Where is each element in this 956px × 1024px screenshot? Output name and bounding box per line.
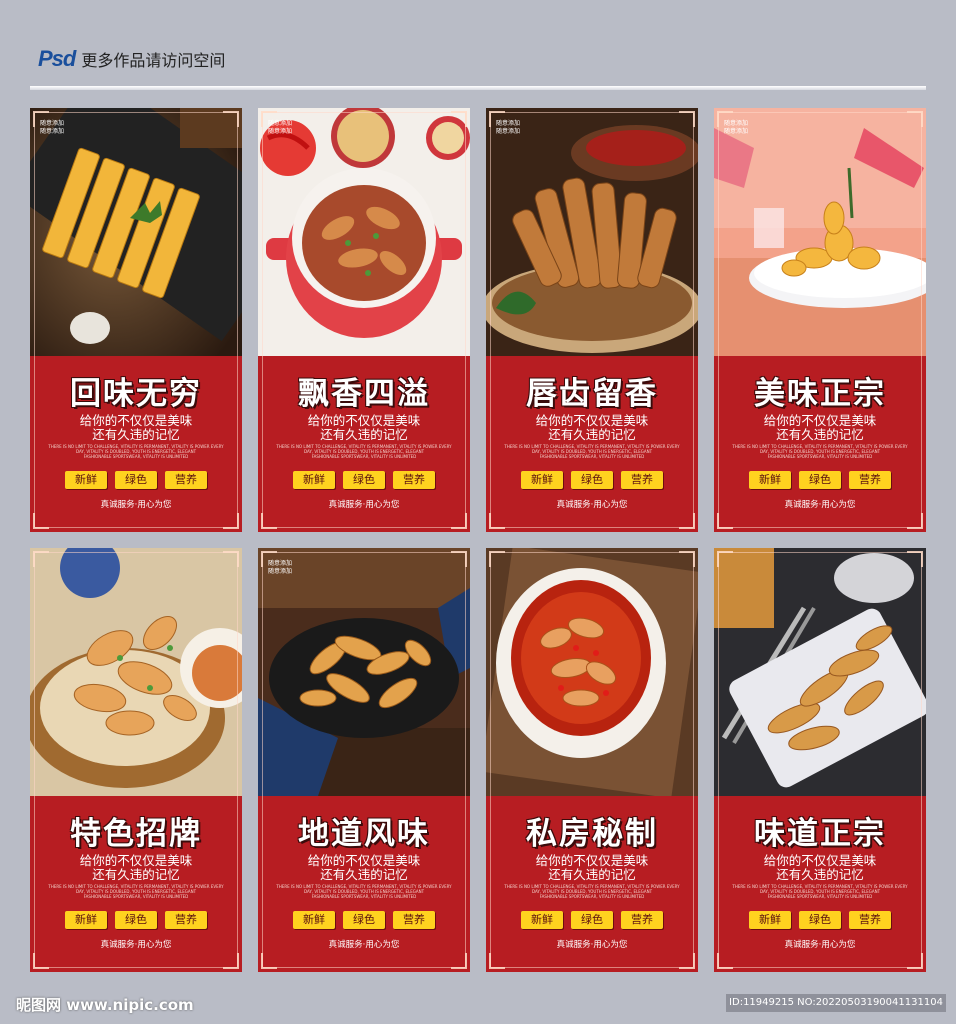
- food-photo: [486, 108, 698, 356]
- subtitle-line-2: 还有久违的记忆: [320, 867, 408, 882]
- english-text: THERE IS NO LIMIT TO CHALLENGE, VITALITY…: [504, 444, 680, 459]
- poster-title: 地道风味: [298, 816, 430, 852]
- top-header: Psd 更多作品请访问空间: [38, 44, 225, 74]
- psd-logo: Psd: [38, 46, 76, 71]
- poster-title: 飘香四溢: [298, 376, 430, 412]
- footer-slogan: 真诚服务·用心为您: [328, 940, 400, 950]
- pill-fresh: 新鲜: [749, 911, 791, 929]
- food-photo: [258, 548, 470, 796]
- subtitle-line-1: 给你的不仅仅是美味: [763, 413, 877, 428]
- subtitle-line-1: 给你的不仅仅是美味: [307, 413, 421, 428]
- pill-row: 新鲜 绿色 营养: [258, 471, 470, 489]
- pill-nutrition: 营养: [165, 911, 207, 929]
- poster-card: 随意添加 随意添加 回味无穷 给你的不仅仅是美味 还有久违的记忆 THERE IS…: [30, 108, 242, 532]
- english-text: THERE IS NO LIMIT TO CHALLENGE, VITALITY…: [48, 884, 224, 899]
- subtitle-line-1: 给你的不仅仅是美味: [535, 853, 649, 868]
- poster-card: 特色招牌 给你的不仅仅是美味 还有久违的记忆 THERE IS NO LIMIT…: [30, 548, 242, 972]
- english-text: THERE IS NO LIMIT TO CHALLENGE, VITALITY…: [276, 444, 452, 459]
- poster-card: 私房秘制 给你的不仅仅是美味 还有久违的记忆 THERE IS NO LIMIT…: [486, 548, 698, 972]
- poster-title: 特色招牌: [70, 816, 202, 852]
- subtitle-line-2: 还有久违的记忆: [776, 867, 864, 882]
- poster-card: 随意添加 随意添加 飘香四溢 给你的不仅仅是美味 还有久违的记忆 THERE IS…: [258, 108, 470, 532]
- subtitle-line-1: 给你的不仅仅是美味: [79, 413, 193, 428]
- pill-row: 新鲜 绿色 营养: [486, 911, 698, 929]
- pill-green: 绿色: [115, 471, 157, 489]
- id-watermark: ID:11949215 NO:20220503190041131104: [726, 994, 946, 1012]
- pill-nutrition: 营养: [393, 471, 435, 489]
- poster-title: 唇齿留香: [526, 376, 658, 412]
- header-text: 更多作品请访问空间: [81, 51, 226, 70]
- subtitle-line-2: 还有久违的记忆: [92, 427, 180, 442]
- footer-slogan: 真诚服务·用心为您: [556, 940, 628, 950]
- subtitle-line-1: 给你的不仅仅是美味: [763, 853, 877, 868]
- footer-slogan: 真诚服务·用心为您: [328, 500, 400, 510]
- site-watermark: 昵图网 www.nipic.com: [16, 996, 194, 1014]
- food-photo: [258, 108, 470, 356]
- english-text: THERE IS NO LIMIT TO CHALLENGE, VITALITY…: [48, 444, 224, 459]
- food-photo: [486, 548, 698, 796]
- poster-card: 味道正宗 给你的不仅仅是美味 还有久违的记忆 THERE IS NO LIMIT…: [714, 548, 926, 972]
- pill-green: 绿色: [343, 471, 385, 489]
- poster-title: 美味正宗: [754, 376, 886, 412]
- english-text: THERE IS NO LIMIT TO CHALLENGE, VITALITY…: [732, 444, 908, 459]
- pill-nutrition: 营养: [621, 471, 663, 489]
- tag-text: 随意添加 随意添加: [496, 120, 521, 135]
- footer-slogan: 真诚服务·用心为您: [556, 500, 628, 510]
- subtitle-line-1: 给你的不仅仅是美味: [535, 413, 649, 428]
- pill-nutrition: 营养: [393, 911, 435, 929]
- footer-slogan: 真诚服务·用心为您: [100, 940, 172, 950]
- poster-title: 味道正宗: [754, 816, 886, 852]
- pill-green: 绿色: [799, 911, 841, 929]
- poster-title: 私房秘制: [526, 816, 658, 852]
- pill-nutrition: 营养: [621, 911, 663, 929]
- food-photo: [30, 548, 242, 796]
- pill-green: 绿色: [115, 911, 157, 929]
- tag-text: 随意添加 随意添加: [40, 120, 65, 135]
- tag-text: 随意添加 随意添加: [268, 120, 293, 135]
- english-text: THERE IS NO LIMIT TO CHALLENGE, VITALITY…: [732, 884, 908, 899]
- footer-slogan: 真诚服务·用心为您: [784, 940, 856, 950]
- footer-slogan: 真诚服务·用心为您: [784, 500, 856, 510]
- pill-fresh: 新鲜: [65, 911, 107, 929]
- pill-fresh: 新鲜: [293, 911, 335, 929]
- pill-green: 绿色: [571, 911, 613, 929]
- header-divider: [30, 86, 926, 90]
- tag-text: 随意添加 随意添加: [724, 120, 749, 135]
- tag-text: 随意添加 随意添加: [268, 560, 293, 575]
- poster-card: 随意添加 随意添加 唇齿留香 给你的不仅仅是美味 还有久违的记忆 THERE IS…: [486, 108, 698, 532]
- pill-nutrition: 营养: [165, 471, 207, 489]
- pill-nutrition: 营养: [849, 911, 891, 929]
- poster-card: 随意添加 随意添加 美味正宗 给你的不仅仅是美味 还有久违的记忆 THERE IS…: [714, 108, 926, 532]
- subtitle-line-1: 给你的不仅仅是美味: [79, 853, 193, 868]
- pill-green: 绿色: [343, 911, 385, 929]
- subtitle-line-2: 还有久违的记忆: [776, 427, 864, 442]
- subtitle-line-1: 给你的不仅仅是美味: [307, 853, 421, 868]
- pill-row: 新鲜 绿色 营养: [486, 471, 698, 489]
- subtitle-line-2: 还有久违的记忆: [320, 427, 408, 442]
- subtitle-line-2: 还有久违的记忆: [92, 867, 180, 882]
- english-text: THERE IS NO LIMIT TO CHALLENGE, VITALITY…: [276, 884, 452, 899]
- poster-card: 随意添加 随意添加 地道风味 给你的不仅仅是美味 还有久违的记忆 THERE IS…: [258, 548, 470, 972]
- subtitle-line-2: 还有久违的记忆: [548, 867, 636, 882]
- food-photo: [714, 108, 926, 356]
- pill-row: 新鲜 绿色 营养: [30, 911, 242, 929]
- food-photo: [714, 548, 926, 796]
- pill-row: 新鲜 绿色 营养: [30, 471, 242, 489]
- food-photo: [30, 108, 242, 356]
- pill-row: 新鲜 绿色 营养: [714, 471, 926, 489]
- pill-fresh: 新鲜: [293, 471, 335, 489]
- pill-fresh: 新鲜: [65, 471, 107, 489]
- english-text: THERE IS NO LIMIT TO CHALLENGE, VITALITY…: [504, 884, 680, 899]
- pill-row: 新鲜 绿色 营养: [258, 911, 470, 929]
- pill-green: 绿色: [571, 471, 613, 489]
- pill-nutrition: 营养: [849, 471, 891, 489]
- poster-title: 回味无穷: [70, 376, 202, 412]
- footer-slogan: 真诚服务·用心为您: [100, 500, 172, 510]
- pill-fresh: 新鲜: [521, 471, 563, 489]
- subtitle-line-2: 还有久违的记忆: [548, 427, 636, 442]
- pill-fresh: 新鲜: [521, 911, 563, 929]
- pill-fresh: 新鲜: [749, 471, 791, 489]
- pill-row: 新鲜 绿色 营养: [714, 911, 926, 929]
- pill-green: 绿色: [799, 471, 841, 489]
